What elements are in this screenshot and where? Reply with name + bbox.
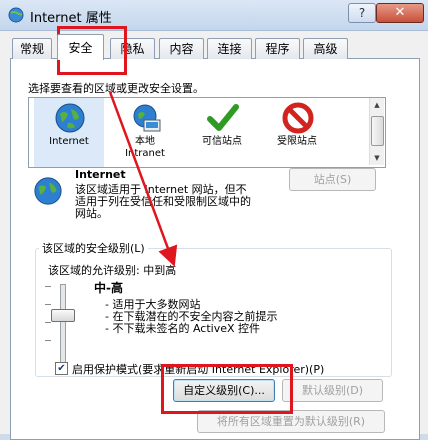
selected-zone-globe-icon: [34, 177, 62, 205]
slider-tick: [45, 322, 51, 323]
protected-mode-checkbox[interactable]: ✔: [55, 362, 68, 375]
scroll-up-icon[interactable]: ▲: [370, 98, 384, 112]
window-title: Internet 属性: [30, 11, 112, 26]
scroll-down-icon[interactable]: ▼: [370, 151, 384, 165]
close-button[interactable]: ✕: [376, 3, 424, 23]
help-button[interactable]: ?: [348, 3, 376, 23]
security-slider-thumb[interactable]: [51, 309, 75, 322]
zone-label-intranet: 本地 Intranet: [125, 136, 165, 159]
intranet-icon: [133, 104, 161, 132]
zone-label-restricted: 受限站点: [277, 136, 317, 147]
zone-internet[interactable]: Internet: [34, 98, 104, 167]
security-level-name: 中-高: [94, 281, 123, 295]
security-slider-track[interactable]: [60, 284, 66, 366]
slider-tick: [45, 304, 51, 305]
zone-trusted-sites[interactable]: 可信站点: [187, 98, 257, 167]
tab-connections[interactable]: 连接: [207, 38, 252, 59]
level-bullet: - 不下载未签名的 ActiveX 控件: [105, 322, 261, 335]
allowed-level-label: 该区域的允许级别: 中到高: [48, 264, 177, 277]
selected-zone-title: Internet: [75, 168, 126, 181]
zone-local-intranet[interactable]: 本地 Intranet: [110, 98, 180, 167]
zone-label-trusted: 可信站点: [202, 136, 242, 147]
selected-zone-description: 该区域适用于 Internet 网站，但不适用于列在受信任和受限制区域中的网站。: [75, 183, 251, 220]
zone-list-scrollbar[interactable]: ▲ ▼: [369, 98, 384, 165]
default-level-button[interactable]: 默认级别(D): [282, 379, 383, 402]
zone-label-internet: Internet: [49, 136, 89, 147]
tab-content[interactable]: 内容: [159, 38, 204, 59]
restricted-icon: [282, 102, 314, 134]
globe-icon: [55, 103, 85, 133]
tab-general[interactable]: 常规: [12, 38, 52, 59]
tab-programs[interactable]: 程序: [255, 38, 300, 59]
highlight-box: [161, 364, 293, 414]
scroll-thumb[interactable]: [371, 116, 384, 146]
tab-security[interactable]: 安全: [57, 34, 104, 60]
internet-options-icon: [8, 7, 24, 23]
zone-list: Internet 本地 Intranet 可信站点 受限站点: [28, 97, 386, 168]
slider-tick: [45, 286, 51, 287]
zone-restricted-sites[interactable]: 受限站点: [262, 98, 332, 167]
zones-prompt: 选择要查看的区域或更改安全设置。: [28, 82, 204, 95]
security-level-title: 该区域的安全级别(L): [39, 240, 148, 256]
tab-advanced[interactable]: 高级: [303, 38, 348, 59]
check-icon: [207, 104, 239, 131]
slider-tick: [45, 340, 51, 341]
sites-button[interactable]: 站点(S): [289, 168, 376, 191]
